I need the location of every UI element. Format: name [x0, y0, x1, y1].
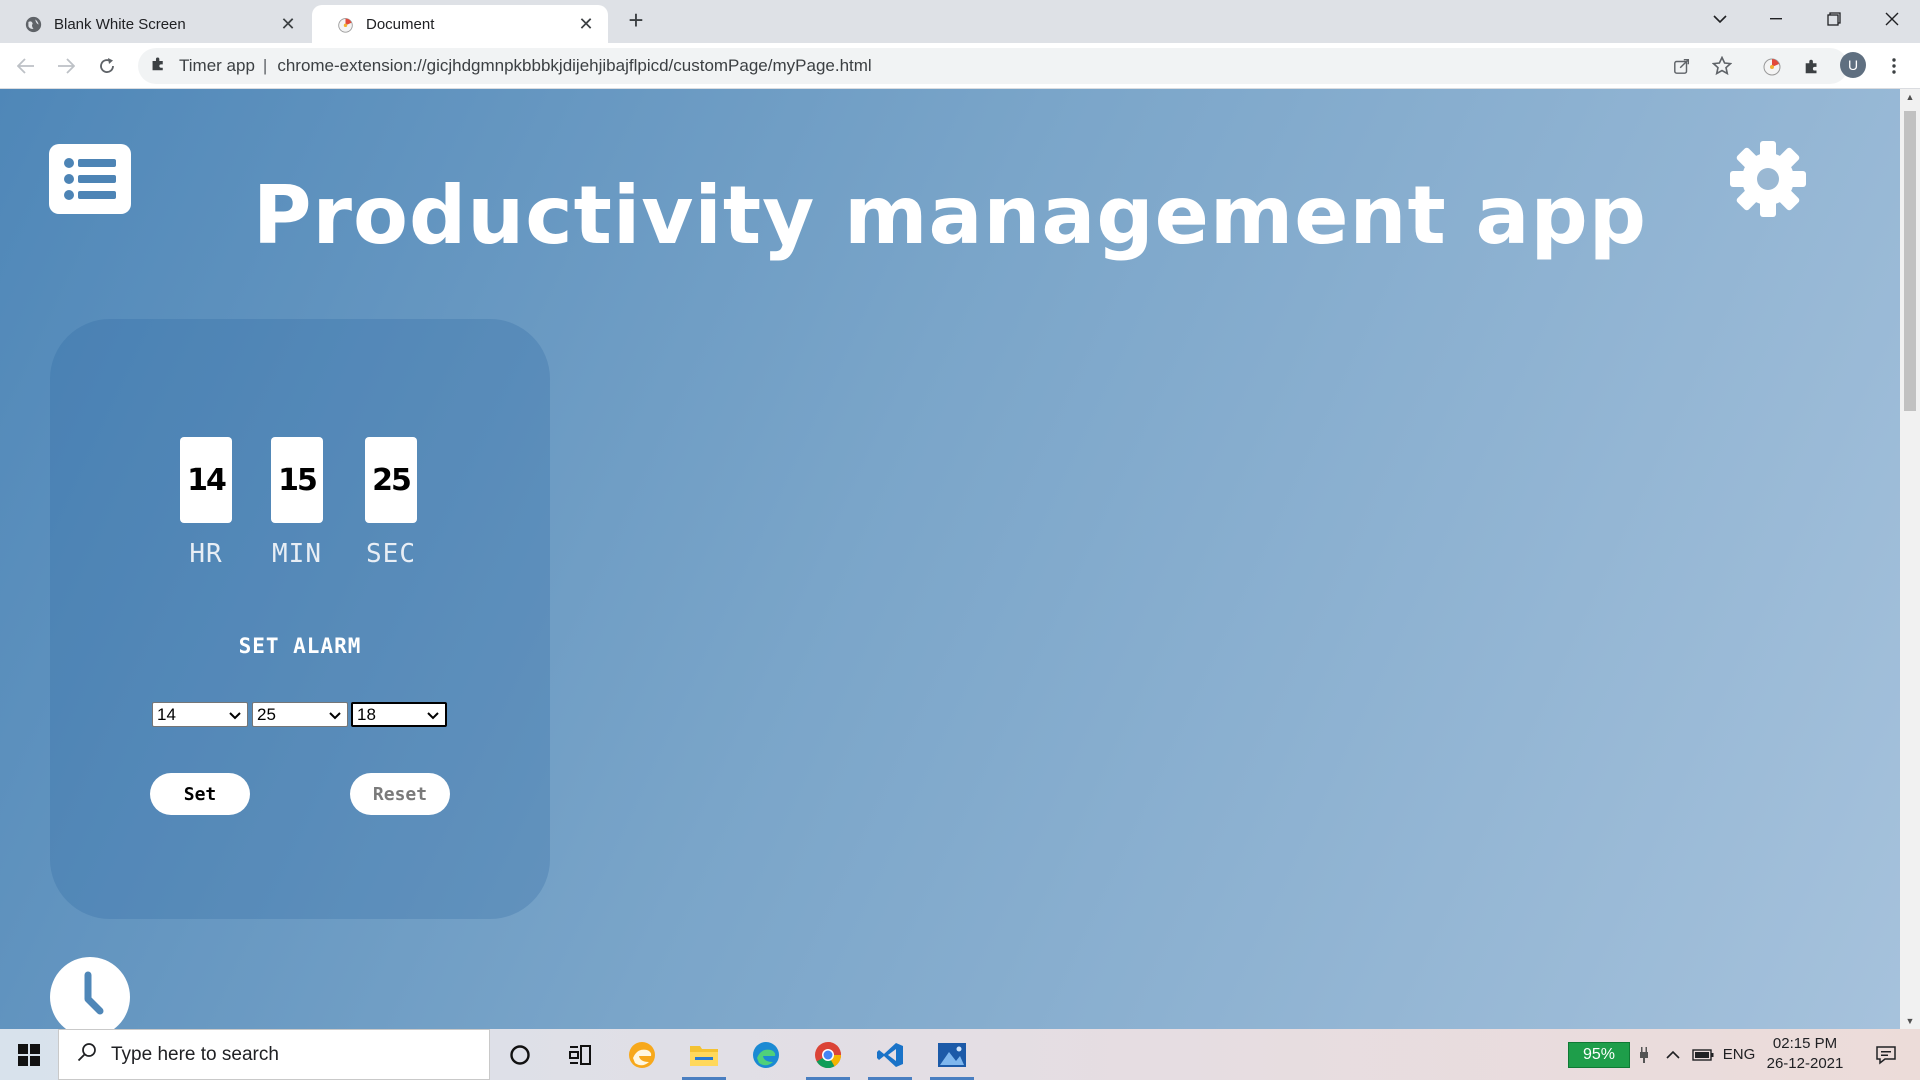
chevron-down-icon — [427, 705, 439, 725]
scrollbar-thumb[interactable] — [1904, 111, 1916, 411]
forward-arrow-icon[interactable] — [52, 52, 80, 80]
close-window-icon[interactable] — [1864, 0, 1920, 38]
extensions-puzzle-icon[interactable] — [1800, 54, 1824, 78]
show-hidden-icons-chevron-icon[interactable] — [1660, 1029, 1686, 1080]
photos-icon[interactable] — [922, 1029, 982, 1080]
timer-app-favicon-icon — [336, 15, 354, 33]
chrome-icon[interactable] — [798, 1029, 858, 1080]
scroll-up-arrow-icon[interactable]: ▲ — [1900, 89, 1920, 105]
battery-percent-badge[interactable]: 95% — [1568, 1042, 1630, 1068]
extension-name: Timer app — [179, 56, 255, 75]
cortana-circle-icon[interactable] — [490, 1029, 550, 1080]
clock-time-text: 02:15 PM — [1772, 1035, 1838, 1052]
seconds-label: SEC — [366, 539, 416, 569]
reset-alarm-button[interactable]: Reset — [350, 773, 450, 815]
notifications-icon[interactable] — [1866, 1029, 1906, 1080]
tab-title: Document — [366, 15, 435, 33]
language-indicator[interactable]: ENG — [1720, 1029, 1758, 1080]
edge-icon[interactable] — [736, 1029, 796, 1080]
alarm-minute-value: 25 — [257, 704, 276, 724]
tab-title: Blank White Screen — [54, 15, 186, 33]
set-alarm-button[interactable]: Set — [150, 773, 250, 815]
puzzle-icon — [150, 55, 167, 77]
back-arrow-icon[interactable] — [12, 52, 40, 80]
alarm-minute-select[interactable]: 25 — [252, 702, 348, 727]
restore-icon[interactable] — [1806, 0, 1862, 38]
alarm-hour-select[interactable]: 14 — [152, 702, 248, 727]
search-icon — [77, 1042, 97, 1068]
minutes-display: 15 — [271, 437, 323, 523]
alarm-second-select[interactable]: 18 — [351, 702, 447, 727]
url-text[interactable]: chrome-extension://gicjhdgmnpkbbbkjdijeh… — [277, 56, 871, 76]
task-view-icon[interactable] — [550, 1029, 610, 1080]
globe-icon — [24, 15, 42, 33]
alarm-card — [50, 319, 550, 919]
browser-toolbar: Timer app | chrome-extension://gicjhdgmn… — [0, 43, 1920, 89]
system-clock[interactable]: 02:15 PM 26-12-2021 — [1760, 1034, 1850, 1074]
windows-start-icon[interactable] — [0, 1029, 58, 1080]
alarm-second-value: 18 — [357, 704, 376, 724]
seconds-display: 25 — [365, 437, 417, 523]
address-bar[interactable]: Timer app | chrome-extension://gicjhdgmn… — [138, 48, 1848, 84]
chevron-down-icon — [329, 705, 341, 725]
tab-strip: Blank White Screen ✕ Document ✕ + — [0, 0, 1920, 43]
hours-label: HR — [189, 539, 223, 569]
page-viewport: Productivity management app 14 15 25 HR … — [0, 89, 1900, 1029]
tab-search-chevron-icon[interactable] — [1692, 0, 1748, 38]
search-placeholder: Type here to search — [111, 1043, 279, 1065]
bookmark-star-icon[interactable] — [1710, 54, 1734, 78]
hours-display: 14 — [180, 437, 232, 523]
power-plug-icon — [1634, 1029, 1654, 1080]
reload-icon[interactable] — [93, 52, 121, 80]
file-explorer-icon[interactable] — [674, 1029, 734, 1080]
windows-taskbar: Type here to search 95% ENG 02:15 PM 26-… — [0, 1029, 1920, 1080]
tab-blank-white-screen[interactable]: Blank White Screen ✕ — [0, 5, 310, 43]
vertical-scrollbar[interactable]: ▲ ▼ — [1900, 89, 1920, 1029]
scroll-down-arrow-icon[interactable]: ▼ — [1900, 1013, 1920, 1029]
minimize-icon[interactable] — [1748, 0, 1804, 38]
minutes-label: MIN — [272, 539, 322, 569]
kebab-menu-icon[interactable] — [1882, 54, 1906, 78]
omnibox-separator: | — [262, 56, 268, 75]
profile-avatar[interactable]: U — [1840, 52, 1866, 78]
clock-icon[interactable] — [50, 957, 130, 1029]
share-icon[interactable] — [1670, 54, 1694, 78]
edge-beta-icon[interactable] — [612, 1029, 672, 1080]
timer-extension-icon[interactable] — [1760, 54, 1784, 78]
close-tab-icon[interactable]: ✕ — [576, 14, 596, 34]
taskbar-search-box[interactable]: Type here to search — [58, 1029, 490, 1080]
clock-date-text: 26-12-2021 — [1766, 1055, 1844, 1072]
close-tab-icon[interactable]: ✕ — [278, 14, 298, 34]
set-alarm-heading: SET ALARM — [238, 634, 362, 658]
chevron-down-icon — [229, 705, 241, 725]
gear-icon[interactable] — [1728, 139, 1808, 219]
alarm-hour-value: 14 — [157, 704, 176, 724]
battery-icon[interactable] — [1688, 1029, 1718, 1080]
vscode-icon[interactable] — [860, 1029, 920, 1080]
page-title: Productivity management app — [252, 169, 1648, 262]
tab-document[interactable]: Document ✕ — [312, 5, 608, 43]
new-tab-button[interactable]: + — [622, 6, 650, 34]
